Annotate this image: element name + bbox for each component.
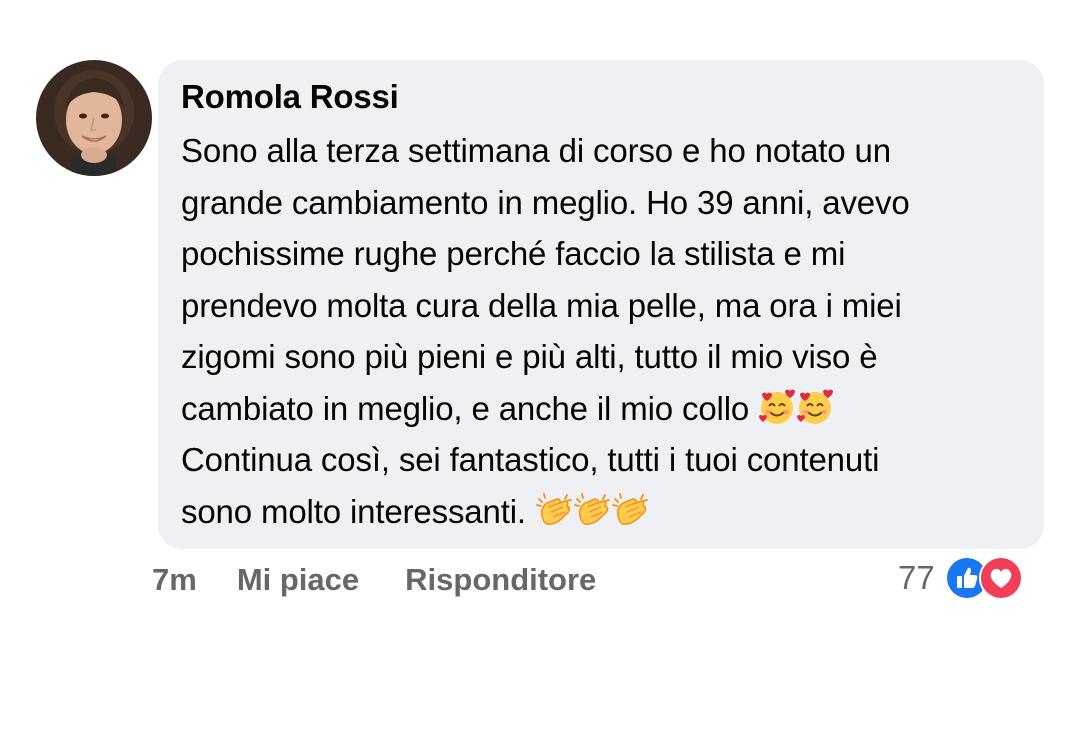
comment-line: prendevo molta cura della mia pelle, ma … [181,286,902,324]
comment-line: pochissime rughe perché faccio la stilis… [181,235,846,272]
comment-line-with-emoji: cambiato in meglio, e anche il mio collo [181,383,1020,435]
reaction-count: 77 [898,559,935,596]
love-reaction-icon [978,556,1023,600]
comment-line: Continua così, sei fantastico, tutti i t… [181,441,880,478]
comment-line: grande cambiamento in meglio. Ho 39 anni… [181,183,910,221]
reply-button[interactable]: Risponditore [405,562,596,598]
comment-timestamp[interactable]: 7m [152,562,197,598]
clapping-hands-icon [573,491,611,529]
clapping-hands-icon [535,491,573,529]
comment-actions: 7m Mi piace Risponditore [152,558,596,602]
like-button[interactable]: Mi piace [237,562,359,598]
comment-line: zigomi sono più pieni e più alti, tutto … [181,338,878,375]
comment-author[interactable]: Romola Rossi [181,78,1020,116]
smiling-face-with-hearts-icon [758,388,796,426]
comment-text: Sono alla terza settimana di corso e ho … [181,125,1020,537]
comment-bubble: Romola Rossi Sono alla terza settimana d… [158,60,1044,549]
comment-line: Sono alla terza settimana di corso e ho … [181,132,891,169]
clapping-hands-icon [611,491,649,529]
comment-line: sono molto interessanti. [181,492,526,530]
reactions-summary[interactable]: 77 [898,556,1023,600]
comment-line: cambiato in meglio, e anche il mio collo [181,389,750,427]
avatar[interactable] [36,60,152,176]
smiling-face-with-hearts-icon [796,388,834,426]
comment-line-with-emoji: sono molto interessanti. [181,486,1020,538]
